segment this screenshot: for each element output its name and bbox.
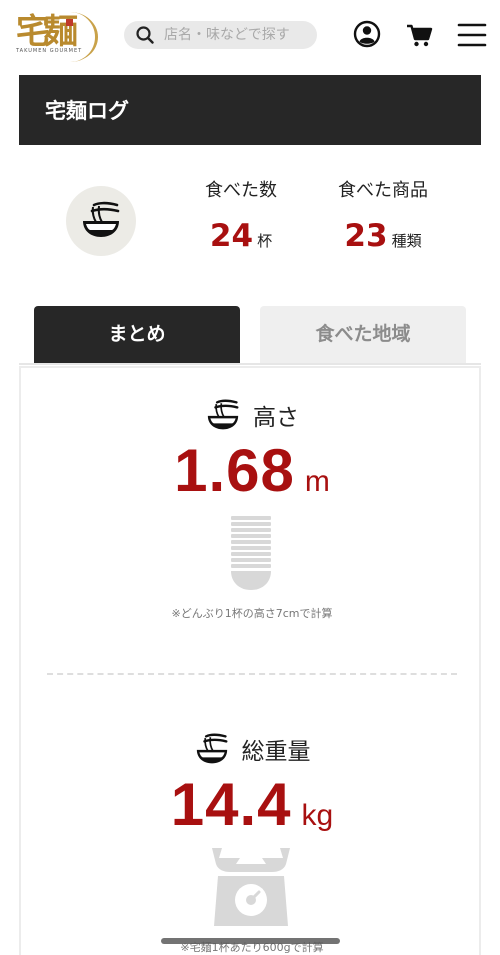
- site-logo[interactable]: 宅麺 TAKUMEN GOURMET: [14, 8, 98, 62]
- height-label: 高さ: [253, 405, 299, 431]
- menu-icon[interactable]: [456, 19, 488, 51]
- stat-eaten-items-value: 23: [344, 218, 388, 254]
- search-input[interactable]: [164, 23, 304, 47]
- tab-regions[interactable]: 食べた地域: [260, 306, 466, 364]
- stat-eaten-items-label: 食べた商品: [338, 180, 428, 201]
- search-bar[interactable]: [124, 21, 317, 49]
- weight-unit: kg: [301, 799, 334, 832]
- height-heading: 高さ: [21, 398, 483, 435]
- ramen-bowl-icon: [196, 733, 227, 764]
- weight-value-row: 14.4 kg: [21, 770, 483, 839]
- ramen-bowl-icon: [83, 201, 120, 237]
- height-note: ※どんぶり1杯の高さ7cmで計算: [171, 607, 333, 620]
- weight-value: 14.4: [170, 771, 292, 838]
- stat-eaten-items: 食べた商品 23 種類: [318, 178, 448, 254]
- stat-eaten-count-unit: 杯: [257, 232, 273, 250]
- page-title-bar: 宅麺ログ: [19, 75, 481, 145]
- height-value-row: 1.68 m: [21, 436, 483, 505]
- weight-label: 総重量: [241, 739, 311, 765]
- search-icon[interactable]: [136, 26, 154, 44]
- logo-subtext: TAKUMEN GOURMET: [16, 48, 83, 54]
- user-icon[interactable]: [352, 19, 384, 51]
- weight-heading: 総重量: [21, 732, 483, 769]
- page-title: 宅麺ログ: [45, 99, 129, 123]
- stat-eaten-count-value: 24: [209, 218, 254, 254]
- stat-eaten-count: 食べた数 24 杯: [176, 178, 306, 254]
- height-value: 1.68: [174, 437, 295, 504]
- scale-icon: [212, 848, 290, 926]
- height-unit: m: [304, 465, 330, 498]
- user-avatar: [66, 186, 136, 256]
- site-header: 宅麺 TAKUMEN GOURMET: [0, 0, 500, 72]
- tab-summary[interactable]: まとめ: [34, 306, 240, 364]
- logo-mark: [66, 19, 73, 26]
- home-indicator: [161, 938, 340, 944]
- stat-eaten-count-label: 食べた数: [205, 180, 277, 201]
- stat-eaten-items-unit: 種類: [391, 232, 422, 250]
- ramen-bowl-icon: [207, 399, 239, 430]
- bowl-stack-icon: [231, 516, 271, 590]
- summary-panel: 高さ 1.68 m ※どんぶり1杯の高さ7cmで計算 総重量 14.4 kg ※…: [19, 366, 481, 955]
- section-divider: [47, 673, 457, 675]
- cart-icon[interactable]: [404, 19, 436, 51]
- tab-underline: [19, 363, 481, 365]
